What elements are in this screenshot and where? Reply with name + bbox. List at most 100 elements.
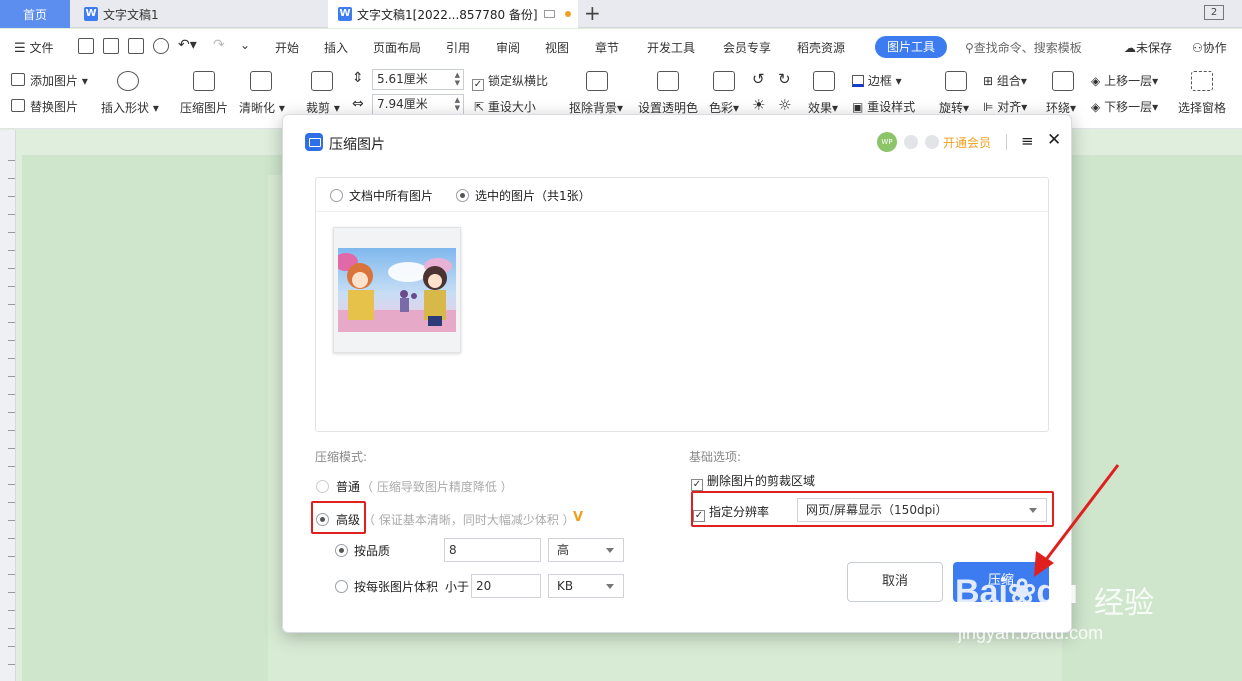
reset-style-label: 重设样式 bbox=[867, 100, 916, 114]
contrast-icon[interactable]: ☼ bbox=[778, 96, 791, 114]
add-picture-icon bbox=[11, 73, 25, 86]
insert-shape-label: 插入形状 bbox=[101, 101, 150, 115]
sharpen-button[interactable]: 清晰化 ▾ bbox=[239, 99, 285, 116]
send-backward-icon: ◈ bbox=[1091, 100, 1101, 114]
width-value: 5.61厘米 bbox=[377, 72, 428, 86]
menu-picture-tools[interactable]: 图片工具 bbox=[875, 36, 947, 58]
rotate-label: 旋转 bbox=[939, 101, 964, 115]
mode-advanced-label[interactable]: 高级 bbox=[336, 511, 360, 528]
picture-thumbnail[interactable] bbox=[333, 227, 461, 353]
redo-icon[interactable]: ↷ bbox=[213, 37, 225, 53]
more-icon[interactable]: ⌄ bbox=[240, 38, 250, 52]
effects-label: 效果 bbox=[808, 101, 833, 115]
selection-pane-button[interactable]: 选择窗格 bbox=[1178, 99, 1226, 116]
command-search[interactable]: ⚲查找命令、搜索模板 bbox=[965, 39, 1082, 56]
print-icon[interactable] bbox=[128, 38, 144, 54]
scope-all-radio[interactable] bbox=[330, 189, 343, 202]
by-quality-radio[interactable] bbox=[335, 544, 348, 557]
bring-forward-button[interactable]: ◈ 上移一层▾ bbox=[1091, 72, 1158, 89]
menu-docer[interactable]: 稻壳资源 bbox=[797, 39, 845, 56]
rotate-left-icon[interactable]: ↺ bbox=[752, 70, 765, 88]
quality-level-select[interactable]: 高 bbox=[548, 538, 624, 562]
search-icon: ⚲ bbox=[965, 41, 974, 55]
tab-document-1[interactable]: W 文字文稿1 bbox=[72, 0, 322, 28]
menu-file[interactable]: ☰ 文件 bbox=[14, 39, 54, 56]
add-picture-button[interactable]: 添加图片 ▾ bbox=[30, 72, 88, 89]
export-icon[interactable] bbox=[103, 38, 119, 54]
by-quality-label[interactable]: 按品质 bbox=[354, 542, 390, 559]
menu-reference[interactable]: 引用 bbox=[446, 39, 470, 56]
mode-normal-label[interactable]: 普通 bbox=[336, 478, 360, 495]
mode-normal-radio[interactable] bbox=[316, 480, 329, 493]
monitor-icon bbox=[543, 10, 555, 18]
border-label: 边框 bbox=[867, 74, 892, 88]
collaborate-button[interactable]: ⚇协作 bbox=[1192, 39, 1227, 56]
menu-chapter[interactable]: 章节 bbox=[595, 39, 619, 56]
window-count-badge[interactable]: 2 bbox=[1204, 5, 1224, 20]
user-icon: ⚇ bbox=[1192, 41, 1203, 55]
effects-icon bbox=[813, 71, 835, 91]
replace-picture-icon bbox=[11, 99, 25, 112]
width-input[interactable]: 5.61厘米 ▲ ▼ bbox=[372, 69, 464, 90]
chevron-down-icon bbox=[606, 584, 614, 589]
resolution-select[interactable]: 网页/屏幕显示（150dpi） bbox=[797, 498, 1047, 522]
scope-selected-label[interactable]: 选中的图片（共1张） bbox=[475, 187, 591, 204]
undo-icon[interactable]: ↶▾ bbox=[178, 37, 197, 53]
menu-developer[interactable]: 开发工具 bbox=[647, 39, 695, 56]
height-input[interactable]: 7.94厘米 ▲ ▼ bbox=[372, 94, 464, 115]
align-button[interactable]: ⊫ 对齐▾ bbox=[983, 98, 1027, 115]
lock-ratio-checkbox[interactable]: ✓ 锁定纵横比 bbox=[472, 72, 548, 91]
crop-icon bbox=[311, 71, 333, 91]
scope-selected-radio[interactable] bbox=[456, 189, 469, 202]
cancel-button[interactable]: 取消 bbox=[847, 562, 943, 602]
size-unit-select[interactable]: KB bbox=[548, 574, 624, 598]
scope-all-label[interactable]: 文档中所有图片 bbox=[349, 187, 433, 204]
menu-bar: ☰ 文件 ↶▾ ↷ ⌄ 开始 插入 页面布局 引用 审阅 视图 章节 开发工具 … bbox=[0, 29, 1242, 65]
set-resolution-label: 指定分辨率 bbox=[709, 505, 770, 519]
height-icon: ⇔ bbox=[352, 96, 364, 112]
group-button[interactable]: ⊞ 组合▾ bbox=[983, 72, 1027, 89]
reset-style-button[interactable]: ▣ 重设样式 bbox=[852, 98, 915, 115]
save-icon[interactable] bbox=[78, 38, 94, 54]
menu-view[interactable]: 视图 bbox=[545, 39, 569, 56]
insert-shape-button[interactable]: 插入形状 ▾ bbox=[101, 99, 159, 116]
member-badge-icon: WP bbox=[877, 132, 897, 152]
tab-home[interactable]: 首页 bbox=[0, 0, 70, 28]
divider bbox=[1006, 134, 1007, 150]
size-input[interactable]: 20 bbox=[471, 574, 541, 598]
open-vip-link[interactable]: 开通会员 bbox=[943, 134, 991, 151]
dialog-title: 压缩图片 bbox=[329, 137, 385, 153]
quality-input[interactable]: 8 bbox=[444, 538, 541, 562]
menu-review[interactable]: 审阅 bbox=[496, 39, 520, 56]
set-resolution-checkbox[interactable]: ✓ 指定分辨率 bbox=[693, 503, 769, 522]
compress-picture-button[interactable]: 压缩图片 bbox=[180, 99, 228, 116]
by-size-radio[interactable] bbox=[335, 580, 348, 593]
watermark-url: jingyan.baidu.com bbox=[958, 623, 1104, 643]
mode-advanced-radio[interactable] bbox=[316, 513, 329, 526]
replace-picture-button[interactable]: 替换图片 bbox=[30, 98, 78, 115]
menu-icon[interactable]: ≡ bbox=[1021, 132, 1034, 150]
menu-insert[interactable]: 插入 bbox=[324, 39, 348, 56]
brightness-icon[interactable]: ☀ bbox=[752, 96, 765, 114]
menu-member[interactable]: 会员专享 bbox=[723, 39, 771, 56]
tab-document-2[interactable]: W 文字文稿1[2022...857780 备份] bbox=[328, 0, 578, 28]
new-tab-button[interactable]: + bbox=[584, 2, 601, 24]
send-backward-button[interactable]: ◈ 下移一层▾ bbox=[1091, 98, 1158, 115]
menu-start[interactable]: 开始 bbox=[275, 39, 299, 56]
by-size-label[interactable]: 按每张图片体积 bbox=[354, 578, 438, 595]
vip-icon: V bbox=[573, 510, 584, 525]
delete-crop-checkbox[interactable]: ✓ 删除图片的剪裁区域 bbox=[691, 472, 815, 491]
menu-file-label: 文件 bbox=[29, 41, 54, 55]
delete-crop-label: 删除图片的剪裁区域 bbox=[707, 474, 816, 488]
rotate-right-icon[interactable]: ↻ bbox=[778, 70, 791, 88]
border-button[interactable]: 边框 ▾ bbox=[852, 72, 902, 89]
unsaved-button[interactable]: ☁未保存 bbox=[1124, 39, 1172, 56]
print-preview-icon[interactable] bbox=[153, 38, 169, 54]
menu-page-layout[interactable]: 页面布局 bbox=[373, 39, 421, 56]
close-icon[interactable]: ✕ bbox=[1047, 130, 1061, 150]
selection-pane-icon bbox=[1191, 71, 1213, 91]
anime-picture-image bbox=[338, 248, 456, 332]
reset-size-button[interactable]: ⇱ 重设大小 bbox=[474, 98, 536, 115]
remove-background-icon bbox=[586, 71, 608, 91]
writer-icon: W bbox=[84, 7, 98, 21]
